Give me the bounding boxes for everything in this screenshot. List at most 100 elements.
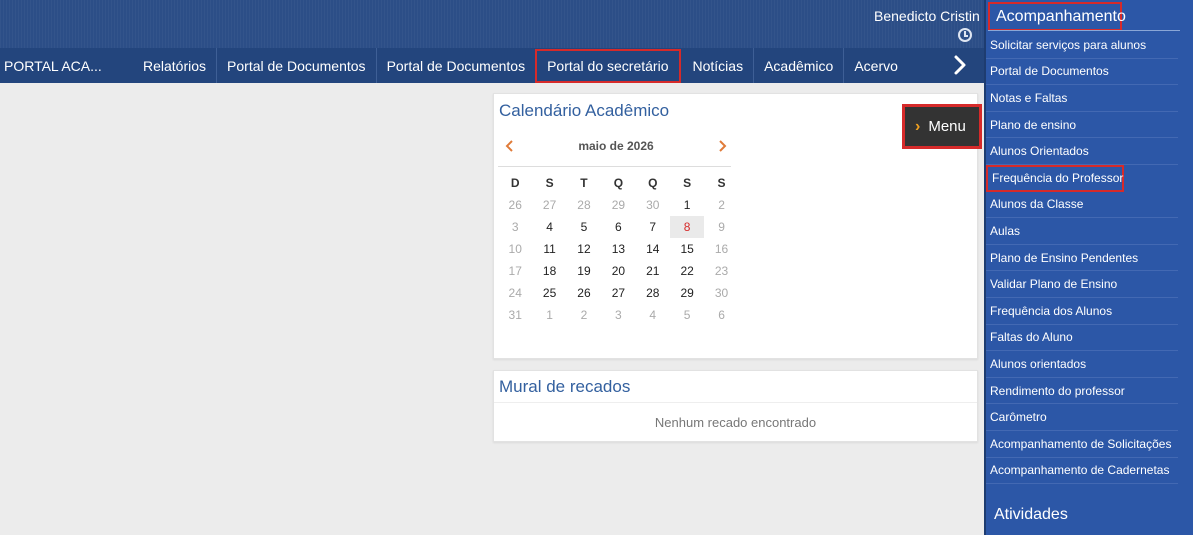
calendar-day[interactable]: 27 bbox=[601, 282, 635, 304]
sidebar-item-frequencia-professor[interactable]: Frequência do Professor bbox=[986, 164, 1124, 192]
weekday-label: S bbox=[717, 176, 726, 190]
sidebar-heading-atividades[interactable]: Atividades bbox=[994, 506, 1068, 524]
calendar-day[interactable]: 10 bbox=[498, 238, 532, 260]
calendar-day[interactable]: 28 bbox=[567, 194, 601, 216]
calendar-day[interactable]: 5 bbox=[670, 304, 704, 326]
calendar-day[interactable]: 31 bbox=[498, 304, 532, 326]
nav-item-academico[interactable]: Acadêmico bbox=[753, 48, 843, 83]
calendar-day[interactable]: 15 bbox=[670, 238, 704, 260]
weekday-label: Q bbox=[648, 176, 658, 190]
sidebar-item-alunos-orientados[interactable]: Alunos Orientados bbox=[986, 138, 1178, 165]
weekday-label: D bbox=[510, 176, 520, 190]
calendar-day[interactable]: 7 bbox=[636, 216, 670, 238]
calendar-day[interactable]: 4 bbox=[532, 216, 566, 238]
sidebar-item-alunos-classe[interactable]: Alunos da Classe bbox=[986, 192, 1178, 219]
sidebar-item-plano-ensino-pendentes[interactable]: Plano de Ensino Pendentes bbox=[986, 245, 1178, 272]
sidebar-item-frequencia-alunos[interactable]: Frequência dos Alunos bbox=[986, 298, 1178, 325]
weekday-row: D S T Q Q S S bbox=[498, 172, 739, 194]
calendar-day[interactable]: 1 bbox=[532, 304, 566, 326]
calendar-day[interactable]: 20 bbox=[601, 260, 635, 282]
user-name[interactable]: Benedicto Cristin bbox=[874, 8, 980, 24]
calendar-day[interactable]: 13 bbox=[601, 238, 635, 260]
calendar-day[interactable]: 6 bbox=[601, 216, 635, 238]
calendar-day[interactable]: 21 bbox=[636, 260, 670, 282]
nav-item-portal-documentos-1[interactable]: Portal de Documentos bbox=[216, 48, 376, 83]
calendar-day[interactable]: 16 bbox=[704, 238, 738, 260]
calendar-day[interactable]: 3 bbox=[601, 304, 635, 326]
nav-item-noticias[interactable]: Notícias bbox=[683, 48, 754, 83]
sidebar-heading-divider bbox=[988, 30, 1180, 31]
calendar-grid: D S T Q Q S S 26 27 28 29 30 1 2 3 4 5 6… bbox=[498, 172, 739, 326]
sidebar-heading-acompanhamento[interactable]: Acompanhamento bbox=[988, 2, 1126, 31]
mural-panel: Mural de recados Nenhum recado encontrad… bbox=[493, 370, 978, 442]
clock-icon[interactable] bbox=[958, 28, 972, 42]
calendar-day[interactable]: 2 bbox=[567, 304, 601, 326]
sidebar-item-notas-faltas[interactable]: Notas e Faltas bbox=[986, 85, 1178, 112]
calendar-day[interactable]: 9 bbox=[704, 216, 738, 238]
portal-brand[interactable]: PORTAL ACA... bbox=[0, 48, 133, 83]
calendar-week: 10 11 12 13 14 15 16 bbox=[498, 238, 739, 260]
sidebar-item-faltas-aluno[interactable]: Faltas do Aluno bbox=[986, 325, 1178, 352]
sidebar-item-solicitar-servicos[interactable]: Solicitar serviços para alunos bbox=[986, 32, 1178, 59]
calendar-day[interactable]: 23 bbox=[704, 260, 738, 282]
calendar-day[interactable]: 28 bbox=[636, 282, 670, 304]
calendar-divider bbox=[498, 166, 731, 167]
sidebar-list: Solicitar serviços para alunos Portal de… bbox=[986, 32, 1178, 485]
top-header: Benedicto Cristin bbox=[0, 0, 984, 48]
menu-toggle-button[interactable]: › Menu bbox=[902, 104, 982, 149]
calendar-day[interactable]: 24 bbox=[498, 282, 532, 304]
calendar-day[interactable]: 14 bbox=[636, 238, 670, 260]
sidebar-menu: Acompanhamento Solicitar serviços para a… bbox=[984, 0, 1193, 535]
nav-item-portal-secretario[interactable]: Portal do secretário bbox=[535, 49, 681, 83]
calendar-day[interactable]: 22 bbox=[670, 260, 704, 282]
sidebar-item-rendimento-professor[interactable]: Rendimento do professor bbox=[986, 378, 1178, 405]
nav-item-portal-documentos-2[interactable]: Portal de Documentos bbox=[375, 48, 536, 83]
calendar-day[interactable]: 6 bbox=[704, 304, 738, 326]
calendar-day[interactable]: 18 bbox=[532, 260, 566, 282]
mural-title: Mural de recados bbox=[499, 377, 631, 396]
sidebar-item-carometro[interactable]: Carômetro bbox=[986, 404, 1178, 431]
weekday-label: Q bbox=[613, 176, 624, 190]
menu-button-label: Menu bbox=[928, 118, 966, 135]
calendar-week: 3 4 5 6 7 8 9 bbox=[498, 216, 739, 238]
sidebar-item-plano-ensino[interactable]: Plano de ensino bbox=[986, 112, 1178, 139]
sidebar-item-acompanhamento-solicitacoes[interactable]: Acompanhamento de Solicitações bbox=[986, 431, 1178, 458]
chevron-left-icon[interactable] bbox=[502, 138, 518, 154]
calendar-week: 26 27 28 29 30 1 2 bbox=[498, 194, 739, 216]
calendar-day[interactable]: 29 bbox=[601, 194, 635, 216]
calendar-day[interactable]: 2 bbox=[704, 194, 738, 216]
calendar-day[interactable]: 27 bbox=[532, 194, 566, 216]
calendar-day[interactable]: 3 bbox=[498, 216, 532, 238]
calendar-day[interactable]: 1 bbox=[670, 194, 704, 216]
weekday-label: T bbox=[580, 176, 588, 190]
calendar-day[interactable]: 12 bbox=[567, 238, 601, 260]
sidebar-item-validar-plano[interactable]: Validar Plano de Ensino bbox=[986, 271, 1178, 298]
weekday-label: S bbox=[683, 176, 692, 190]
calendar-week: 31 1 2 3 4 5 6 bbox=[498, 304, 739, 326]
chevron-right-icon[interactable] bbox=[714, 138, 730, 154]
calendar-day[interactable]: 29 bbox=[670, 282, 704, 304]
calendar-day[interactable]: 17 bbox=[498, 260, 532, 282]
calendar-day[interactable]: 30 bbox=[704, 282, 738, 304]
calendar-day[interactable]: 26 bbox=[567, 282, 601, 304]
sidebar-item-aulas[interactable]: Aulas bbox=[986, 218, 1178, 245]
sidebar-item-acompanhamento-cadernetas[interactable]: Acompanhamento de Cadernetas bbox=[986, 458, 1178, 485]
weekday-label: S bbox=[545, 176, 554, 190]
calendar-day[interactable]: 30 bbox=[636, 194, 670, 216]
calendar-day[interactable]: 25 bbox=[532, 282, 566, 304]
calendar-day[interactable]: 19 bbox=[567, 260, 601, 282]
sidebar-item-portal-documentos[interactable]: Portal de Documentos bbox=[986, 59, 1178, 86]
main-navbar: PORTAL ACA... Relatórios Portal de Docum… bbox=[0, 48, 984, 83]
nav-item-acervo[interactable]: Acervo bbox=[843, 48, 908, 83]
calendar-day[interactable]: 11 bbox=[532, 238, 566, 260]
calendar-week: 24 25 26 27 28 29 30 bbox=[498, 282, 739, 304]
calendar-day[interactable]: 4 bbox=[636, 304, 670, 326]
nav-item-relatorios[interactable]: Relatórios bbox=[133, 48, 216, 83]
calendar-day-today[interactable]: 8 bbox=[669, 216, 705, 238]
chevron-right-icon[interactable] bbox=[950, 54, 970, 76]
sidebar-item-alunos-orientados-2[interactable]: Alunos orientados bbox=[986, 351, 1178, 378]
calendar-day[interactable]: 5 bbox=[567, 216, 601, 238]
mural-divider bbox=[494, 402, 977, 403]
calendar-day[interactable]: 26 bbox=[498, 194, 532, 216]
chevron-right-icon: › bbox=[915, 117, 921, 135]
